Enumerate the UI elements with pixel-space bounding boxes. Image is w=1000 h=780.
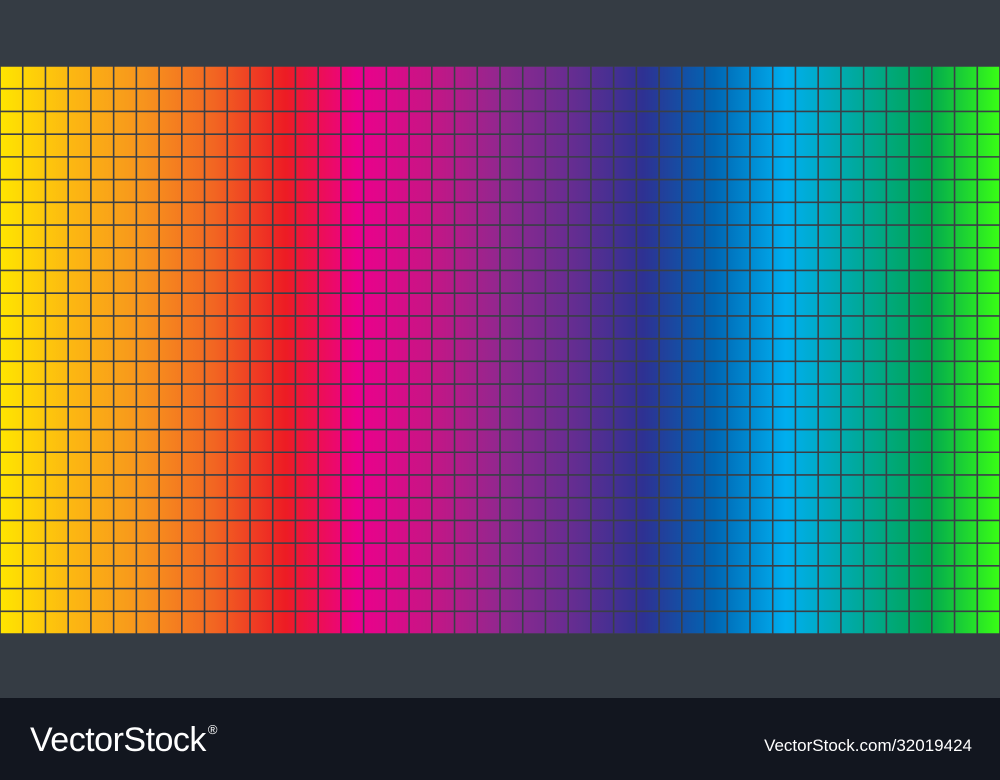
rainbow-tile-grid [0,66,1000,634]
tile-grid-lines [0,66,1000,634]
image-id-caption: VectorStock.com/32019424 [764,736,972,755]
registered-mark: ® [207,722,218,737]
image-stage: VectorStock ® VectorStock.com/32019424 [0,0,1000,780]
vectorstock-logo: VectorStock ® [30,718,218,762]
logo-text: VectorStock [30,721,206,759]
